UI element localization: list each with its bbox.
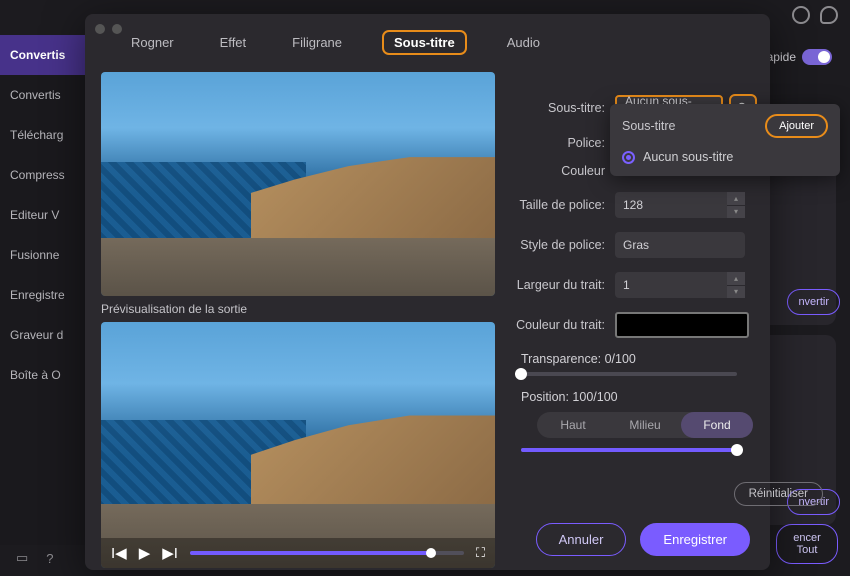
modal-footer: Annuler Enregistrer — [536, 523, 750, 556]
position-segment: Haut Milieu Fond — [537, 412, 753, 438]
subtitle-none-label: Aucun sous-titre — [643, 150, 733, 164]
sidebar-item-3[interactable]: Compress — [0, 155, 85, 195]
seg-bottom[interactable]: Fond — [681, 412, 753, 438]
strokecolor-label: Couleur du trait: — [505, 318, 615, 332]
strokewidth-input[interactable]: 1 ▴▾ — [615, 272, 745, 298]
fontsize-value: 128 — [623, 198, 643, 212]
subtitle-popup: Sous-titre Ajouter Aucun sous-titre — [610, 104, 840, 176]
sidebar-item-0[interactable]: Convertis — [0, 35, 85, 75]
strokecolor-swatch[interactable] — [615, 312, 749, 338]
subtitle-popup-heading: Sous-titre — [622, 119, 676, 133]
chat-icon[interactable] — [820, 6, 838, 24]
save-button[interactable]: Enregistrer — [640, 523, 750, 556]
window-controls[interactable] — [95, 24, 122, 34]
transparency-slider[interactable] — [521, 372, 737, 376]
fontstyle-select[interactable]: Gras — [615, 232, 745, 258]
seg-middle[interactable]: Milieu — [609, 412, 681, 438]
start-all-button[interactable]: encer Tout — [776, 524, 838, 564]
subtitle-none-option[interactable]: Aucun sous-titre — [622, 150, 828, 164]
next-frame-icon[interactable]: ▶I — [162, 544, 178, 562]
play-icon[interactable]: ▶ — [139, 544, 151, 562]
video-playbar: I◀ ▶ ▶I ⛶ — [101, 538, 495, 568]
preview-area: Prévisualisation de la sortie I◀ ▶ ▶I ⛶ — [101, 72, 495, 568]
editor-tabs: Rogner Effet Filigrane Sous-titre Audio — [85, 14, 770, 65]
fullscreen-icon[interactable]: ⛶ — [476, 545, 485, 561]
tab-effect[interactable]: Effet — [214, 33, 253, 52]
sidebar: Convertis Convertis Télécharg Compress E… — [0, 35, 85, 545]
video-progress[interactable] — [190, 551, 464, 555]
strokewidth-label: Largeur du trait: — [505, 278, 615, 292]
output-preview-label: Prévisualisation de la sortie — [101, 302, 495, 316]
sidebar-item-1[interactable]: Convertis — [0, 75, 85, 115]
cancel-button[interactable]: Annuler — [536, 523, 627, 556]
position-label: Position: 100/100 — [521, 390, 835, 404]
tab-subtitle[interactable]: Sous-titre — [382, 30, 467, 55]
top-bar — [792, 6, 838, 24]
seg-top[interactable]: Haut — [537, 412, 609, 438]
fast-toggle[interactable]: rapide — [763, 49, 832, 65]
toggle-icon[interactable] — [802, 49, 832, 65]
sidebar-item-5[interactable]: Fusionne — [0, 235, 85, 275]
strokewidth-spinner[interactable]: ▴▾ — [727, 272, 745, 298]
help-icon[interactable]: ? — [46, 551, 53, 566]
book-icon[interactable]: ▭ — [16, 550, 28, 566]
transparency-label: Transparence: 0/100 — [521, 352, 835, 366]
sidebar-item-8[interactable]: Boîte à O — [0, 355, 85, 395]
radio-icon — [622, 151, 635, 164]
subtitle-label: Sous-titre: — [505, 101, 615, 115]
fontsize-spinner[interactable]: ▴▾ — [727, 192, 745, 218]
tab-audio[interactable]: Audio — [501, 33, 546, 52]
strokewidth-value: 1 — [623, 278, 630, 292]
sidebar-item-7[interactable]: Graveur d — [0, 315, 85, 355]
fontsize-label: Taille de police: — [505, 198, 615, 212]
fontsize-input[interactable]: 128 ▴▾ — [615, 192, 745, 218]
tab-watermark[interactable]: Filigrane — [286, 33, 348, 52]
reset-button[interactable]: Réinitialiser — [734, 482, 823, 506]
tab-crop[interactable]: Rogner — [125, 33, 180, 52]
prev-frame-icon[interactable]: I◀ — [111, 544, 127, 562]
fontstyle-label: Style de police: — [505, 238, 615, 252]
fontstyle-value: Gras — [623, 238, 649, 252]
color-label: Couleur — [505, 164, 615, 178]
sidebar-item-6[interactable]: Enregistre — [0, 275, 85, 315]
sidebar-item-4[interactable]: Editeur V — [0, 195, 85, 235]
bottom-bar: ▭ ? — [16, 540, 54, 576]
sidebar-item-2[interactable]: Télécharg — [0, 115, 85, 155]
subtitle-editor-modal: Rogner Effet Filigrane Sous-titre Audio … — [85, 14, 770, 570]
position-slider[interactable] — [521, 448, 737, 452]
avatar-icon[interactable] — [792, 6, 810, 24]
preview-output: I◀ ▶ ▶I ⛶ — [101, 322, 495, 568]
add-subtitle-button[interactable]: Ajouter — [765, 114, 828, 138]
font-label: Police: — [505, 136, 615, 150]
preview-original — [101, 72, 495, 296]
